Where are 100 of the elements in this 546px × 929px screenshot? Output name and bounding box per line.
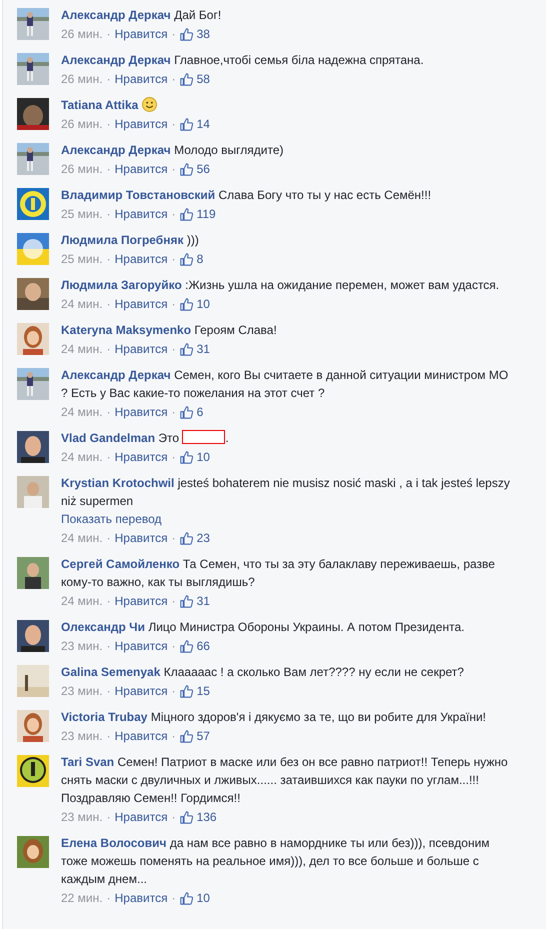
thumbs-up-icon[interactable] xyxy=(180,252,193,266)
separator: · xyxy=(172,404,176,421)
comment-time: 26 мин. xyxy=(61,26,103,43)
author-link[interactable]: Александр Деркач xyxy=(61,368,171,382)
separator: · xyxy=(172,683,176,700)
separator: · xyxy=(106,809,111,826)
comment-text: Kateryna Maksymenko Героям Слава! xyxy=(61,322,278,339)
like-count: 10 xyxy=(196,449,210,466)
like-link[interactable]: Нравится xyxy=(114,726,168,746)
like-link[interactable]: Нравится xyxy=(114,249,168,269)
author-link[interactable]: Людмила Загоруйко xyxy=(61,278,182,292)
author-link[interactable]: Александр Деркач xyxy=(61,53,171,67)
comment-text: Vlad Gandelman Это . xyxy=(61,429,230,447)
thumbs-up-icon[interactable] xyxy=(180,892,193,904)
separator: · xyxy=(172,161,176,178)
author-link[interactable]: Людмила Погребняк xyxy=(61,233,184,247)
separator: · xyxy=(172,206,176,223)
thumbs-up-icon[interactable] xyxy=(180,450,193,464)
thumbs-up-icon[interactable] xyxy=(180,28,193,40)
comment-text: Олександр Чи Лицо Министра Обороны Украины. А потом Президента. xyxy=(61,619,466,636)
comment-text: Елена Волосович да нам все равно в наморднике ты или без))), псевдоним тоже можешь поменять на реальное имя))), дел то все больше и больше с каждым днем... xyxy=(61,835,491,888)
like-link[interactable]: Нравится xyxy=(114,888,168,908)
author-link[interactable]: Vlad Gandelman xyxy=(61,431,156,445)
separator: · xyxy=(106,449,111,466)
comment-time: 24 мин. xyxy=(61,404,103,421)
thumbs-up-icon[interactable] xyxy=(180,810,193,824)
translation-link[interactable]: Показать перевод xyxy=(61,510,512,528)
separator: · xyxy=(172,638,176,655)
separator: · xyxy=(106,530,111,547)
separator: · xyxy=(172,251,176,268)
separator: · xyxy=(172,116,176,133)
like-link[interactable]: Нравится xyxy=(114,159,168,179)
thumbs-up-icon[interactable] xyxy=(180,118,193,130)
separator: · xyxy=(172,530,176,547)
separator: · xyxy=(172,449,176,466)
comment-text: Krystian Krotochwil jesteś bohaterem nie musisz nosić maski , a i tak jesteś lepszy niż supermen xyxy=(61,475,511,510)
like-count: 57 xyxy=(196,728,210,745)
thumbs-up-icon[interactable] xyxy=(180,594,193,608)
like-count: 66 xyxy=(196,638,210,655)
author-link[interactable]: Олександр Чи xyxy=(61,620,145,634)
like-link[interactable]: Нравится xyxy=(114,636,168,656)
like-link[interactable]: Нравится xyxy=(114,114,168,134)
thumbs-up-icon[interactable] xyxy=(180,532,193,544)
thumbs-up-icon[interactable] xyxy=(180,72,193,86)
author-link[interactable]: Александр Деркач xyxy=(61,8,171,22)
thumbs-up-icon[interactable] xyxy=(180,406,193,418)
comment-text: Galina Semenyak Клаааaас ! а сколько Вам лет???? ну если не секрет? xyxy=(61,664,465,681)
thumbs-up-icon[interactable] xyxy=(180,730,193,742)
comment-text: Victoria Trubay Міцного здоров'я і дякуємо за те, що ви робите для України! xyxy=(61,709,487,726)
like-link[interactable]: Нравится xyxy=(114,69,168,89)
separator: · xyxy=(172,809,176,826)
author-link[interactable]: Krystian Krotochwil xyxy=(61,476,174,490)
comment-time: 22 мин. xyxy=(61,890,103,907)
separator: · xyxy=(172,728,176,745)
author-link[interactable]: Елена Волосович xyxy=(61,836,166,850)
like-link[interactable]: Нравится xyxy=(114,447,168,467)
author-link[interactable]: Tatiana Attika xyxy=(61,98,138,112)
like-link[interactable]: Нравится xyxy=(114,294,168,314)
comment-time: 23 мин. xyxy=(61,683,103,700)
author-link[interactable]: Сергей Самойленко xyxy=(61,557,180,571)
comment-time: 26 мин. xyxy=(61,71,103,88)
like-link[interactable]: Нравится xyxy=(114,591,168,611)
author-link[interactable]: Владимир Товстановский xyxy=(61,188,216,202)
like-link[interactable]: Нравится xyxy=(114,24,168,44)
comment-text: Людмила Погребняк ))) xyxy=(61,232,200,249)
author-link[interactable]: Galina Semenyak xyxy=(61,665,160,679)
like-count: 15 xyxy=(196,683,210,700)
like-link[interactable]: Нравится xyxy=(114,681,168,701)
like-count: 58 xyxy=(196,71,210,88)
comment-text: Александр Деркач Семен, кого Вы считаете в данной ситуации министром МО ? Есть у Вас какие-то пожелания на этот счет ? xyxy=(61,367,510,402)
author-link[interactable]: Александр Деркач xyxy=(61,143,171,157)
separator: · xyxy=(172,341,176,358)
comment-time: 23 мин. xyxy=(61,728,103,745)
like-link[interactable]: Нравится xyxy=(114,402,168,422)
thumbs-up-icon[interactable] xyxy=(180,162,193,176)
author-link[interactable]: Victoria Trubay xyxy=(61,710,148,724)
like-count: 31 xyxy=(196,593,210,610)
like-link[interactable]: Нравится xyxy=(114,204,168,224)
thumbs-up-icon[interactable] xyxy=(180,342,193,356)
comment-time: 24 мин. xyxy=(61,593,103,610)
like-count: 136 xyxy=(196,809,217,826)
like-count: 119 xyxy=(196,206,216,223)
author-link[interactable]: Tari Svan xyxy=(61,755,114,769)
thumbs-up-icon[interactable] xyxy=(180,208,193,220)
comment-time: 24 мин. xyxy=(61,530,103,547)
thumbs-up-icon[interactable] xyxy=(180,684,193,698)
like-link[interactable]: Нравится xyxy=(114,339,168,359)
thumbs-up-icon[interactable] xyxy=(180,298,193,310)
comment-text: Александр Деркач Дай Бог! xyxy=(61,7,222,24)
like-link[interactable]: Нравится xyxy=(114,807,168,827)
separator: · xyxy=(172,296,176,313)
comment-time: 23 мин. xyxy=(61,809,103,826)
comment-text: Александр Деркач Молодо выглядите) xyxy=(61,142,285,159)
like-count: 31 xyxy=(196,341,210,358)
like-link[interactable]: Нравится xyxy=(114,528,168,548)
author-link[interactable]: Kateryna Maksymenko xyxy=(61,323,192,337)
separator: · xyxy=(106,251,111,268)
thumbs-up-icon[interactable] xyxy=(180,640,193,652)
comment-text: Александр Деркач Главное,чтобі семья біла надежна спрятана. xyxy=(61,52,425,69)
comment-time: 26 мин. xyxy=(61,116,103,133)
